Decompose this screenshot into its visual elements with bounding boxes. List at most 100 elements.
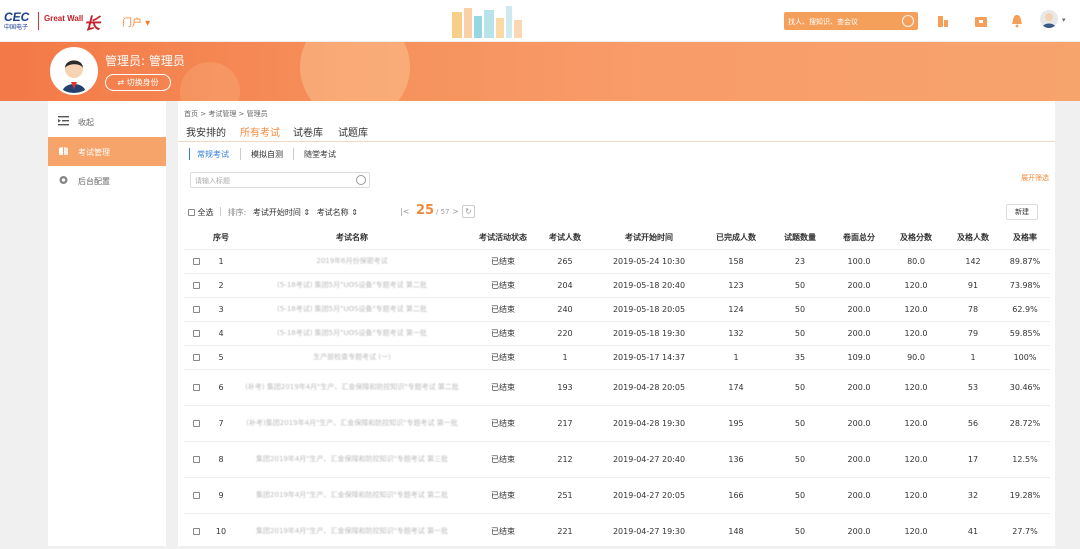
next-page-icon[interactable]: > — [452, 207, 459, 216]
row-exam-name[interactable]: (5-18考试) 集团5月"UOS设备"专题考试 第二批 — [234, 296, 470, 321]
tab-paper-bank[interactable]: 试卷库 — [293, 124, 323, 139]
row-total-score: 200.0 — [832, 368, 886, 405]
row-checkbox[interactable] — [192, 353, 200, 361]
table-row[interactable]: 5 生产部检查专题考试 (一) 已结束 1 2019-05-17 14:37 1 35 109… — [184, 344, 1050, 369]
select-all-checkbox[interactable] — [188, 209, 195, 216]
global-search-input[interactable]: 找人、搜知识、查会议 — [784, 12, 918, 30]
row-start-time: 2019-05-18 20:05 — [594, 296, 704, 321]
sidebar-item-exam-management[interactable]: 考试管理 — [48, 137, 166, 166]
row-question-count: 50 — [768, 272, 832, 297]
subtab-mock-test[interactable]: 模拟自测 — [251, 149, 283, 160]
profile-avatar — [50, 47, 98, 95]
row-exam-count: 240 — [536, 296, 594, 321]
row-exam-name[interactable]: (补考) 集团2019年4月"生产、汇金保障和防控知识"专题考试 第二批 — [234, 368, 470, 405]
cec-logo[interactable]: CEC 中国电子 — [4, 11, 29, 31]
subtab-class-exam[interactable]: 随堂考试 — [304, 149, 336, 160]
toolbar-divider — [220, 207, 222, 216]
sort-by-start-time[interactable]: 考试开始时间 ⇕ — [253, 208, 310, 217]
subtab-regular-exam[interactable]: 常规考试 — [197, 149, 229, 160]
table-row[interactable]: 7 (补考)集团2019年4月"生产、汇金保障和防控知识"专题考试 第一批 已结束 2… — [184, 404, 1050, 441]
switch-identity-button[interactable]: ⇄ 切换身份 — [105, 74, 171, 91]
row-checkbox[interactable] — [192, 257, 200, 265]
row-pass-rate: 12.5% — [1000, 440, 1050, 477]
row-pass-rate: 27.7% — [1000, 512, 1050, 549]
row-exam-name[interactable]: 2019年6月份保密考试 — [234, 248, 470, 273]
header-name: 考试名称 — [336, 233, 368, 243]
row-checkbox[interactable] — [192, 527, 200, 535]
row-checkbox[interactable] — [192, 419, 200, 427]
row-total-score: 200.0 — [832, 440, 886, 477]
row-checkbox[interactable] — [192, 329, 200, 337]
building-icon[interactable] — [936, 14, 950, 28]
cec-logo-sub: 中国电子 — [4, 24, 29, 31]
row-start-time: 2019-04-27 20:40 — [594, 440, 704, 477]
row-no: 5 — [208, 344, 234, 369]
tab-my-arranged[interactable]: 我安排的 — [186, 124, 226, 139]
row-pass-rate: 19.28% — [1000, 476, 1050, 513]
row-pass-rate: 62.9% — [1000, 296, 1050, 321]
sidebar-item-backend-config[interactable]: 后台配置 — [48, 166, 166, 195]
portal-menu[interactable]: 门户 ▾ — [122, 14, 150, 29]
new-exam-button[interactable]: 新建 — [1006, 204, 1038, 220]
user-avatar-icon — [1042, 13, 1056, 28]
row-start-time: 2019-05-18 19:30 — [594, 320, 704, 345]
sort-by-name[interactable]: 考试名称 ⇕ — [317, 208, 358, 217]
row-exam-name[interactable]: 集团2019年4月"生产、汇金保障和防控知识"专题考试 第三批 — [234, 440, 470, 477]
row-checkbox[interactable] — [192, 455, 200, 463]
table-row[interactable]: 6 (补考) 集团2019年4月"生产、汇金保障和防控知识"专题考试 第二批 已结束… — [184, 368, 1050, 405]
prev-page-icon[interactable]: |< — [400, 207, 409, 216]
bell-icon[interactable] — [1010, 14, 1024, 28]
title-search-input[interactable]: 请输入标题 — [190, 172, 370, 188]
row-exam-count: 221 — [536, 512, 594, 549]
row-question-count: 50 — [768, 476, 832, 513]
folder-icon[interactable] — [974, 14, 988, 28]
row-pass-score: 120.0 — [886, 272, 946, 297]
breadcrumb: 首页 > 考试管理 > 管理员 — [184, 110, 268, 118]
row-done-count: 195 — [704, 404, 768, 441]
row-status: 已结束 — [470, 344, 536, 369]
table-row[interactable]: 2 (5-18考试) 集团5月"UOS设备"专题考试 第二批 已结束 204 2019-… — [184, 272, 1050, 297]
row-pass-score: 120.0 — [886, 404, 946, 441]
table-row[interactable]: 3 (5-18考试) 集团5月"UOS设备"专题考试 第二批 已结束 240 2019-… — [184, 296, 1050, 321]
row-checkbox[interactable] — [192, 383, 200, 391]
sidebar: 收起 考试管理 后台配置 — [48, 101, 166, 546]
refresh-icon[interactable]: ↻ — [462, 205, 475, 218]
row-exam-name[interactable]: (补考)集团2019年4月"生产、汇金保障和防控知识"专题考试 第一批 — [234, 404, 470, 441]
row-exam-count: 193 — [536, 368, 594, 405]
row-start-time: 2019-04-28 19:30 — [594, 404, 704, 441]
chevron-down-icon[interactable]: ▾ — [1062, 16, 1066, 24]
row-exam-name[interactable]: (5-18考试) 集团5月"UOS设备"专题考试 第二批 — [234, 272, 470, 297]
row-status: 已结束 — [470, 272, 536, 297]
great-wall-logo[interactable]: Great Wall — [44, 14, 83, 23]
row-checkbox[interactable] — [192, 491, 200, 499]
row-checkbox[interactable] — [192, 281, 200, 289]
row-exam-name[interactable]: (5-18考试) 集团5月"UOS设备"专题考试 第一批 — [234, 320, 470, 345]
row-exam-name[interactable]: 集团2019年4月"生产、汇金保障和防控知识"专题考试 第二批 — [234, 476, 470, 513]
search-icon[interactable] — [902, 15, 914, 27]
expand-filter-link[interactable]: 展开筛选 — [1021, 173, 1049, 183]
row-exam-name[interactable]: 生产部检查专题考试 (一) — [234, 344, 470, 369]
banner-decor-blob — [180, 62, 240, 101]
row-checkbox-cell — [184, 344, 208, 369]
sidebar-item-collapse[interactable]: 收起 — [48, 107, 166, 136]
row-exam-name[interactable]: 集团2019年4月"生产、汇金保障和防控知识"专题考试 第一批 — [234, 512, 470, 549]
table-row[interactable]: 8 集团2019年4月"生产、汇金保障和防控知识"专题考试 第三批 已结束 212 20… — [184, 440, 1050, 477]
row-checkbox[interactable] — [192, 305, 200, 313]
row-exam-count: 265 — [536, 248, 594, 273]
row-checkbox-cell — [184, 272, 208, 297]
tab-all-exams[interactable]: 所有考试 — [240, 124, 280, 139]
row-exam-count: 251 — [536, 476, 594, 513]
table-row[interactable]: 4 (5-18考试) 集团5月"UOS设备"专题考试 第一批 已结束 220 2019-… — [184, 320, 1050, 345]
global-search-placeholder: 找人、搜知识、查会议 — [788, 18, 858, 26]
row-pass-score: 120.0 — [886, 512, 946, 549]
row-total-score: 200.0 — [832, 296, 886, 321]
exam-table: 序号 考试名称 考试活动状态 考试人数 考试开始时间 已完成人数 试题数量 卷面… — [184, 227, 1050, 549]
table-row[interactable]: 10 集团2019年4月"生产、汇金保障和防控知识"专题考试 第一批 已结束 221 2… — [184, 512, 1050, 549]
table-row[interactable]: 1 2019年6月份保密考试 已结束 265 2019-05-24 10:30 158 23… — [184, 248, 1050, 273]
row-no: 6 — [208, 368, 234, 405]
search-icon[interactable] — [356, 175, 366, 185]
user-avatar[interactable] — [1040, 10, 1058, 28]
row-pass-score: 120.0 — [886, 368, 946, 405]
table-row[interactable]: 9 集团2019年4月"生产、汇金保障和防控知识"专题考试 第二批 已结束 251 20… — [184, 476, 1050, 513]
tab-question-bank[interactable]: 试题库 — [338, 124, 368, 139]
